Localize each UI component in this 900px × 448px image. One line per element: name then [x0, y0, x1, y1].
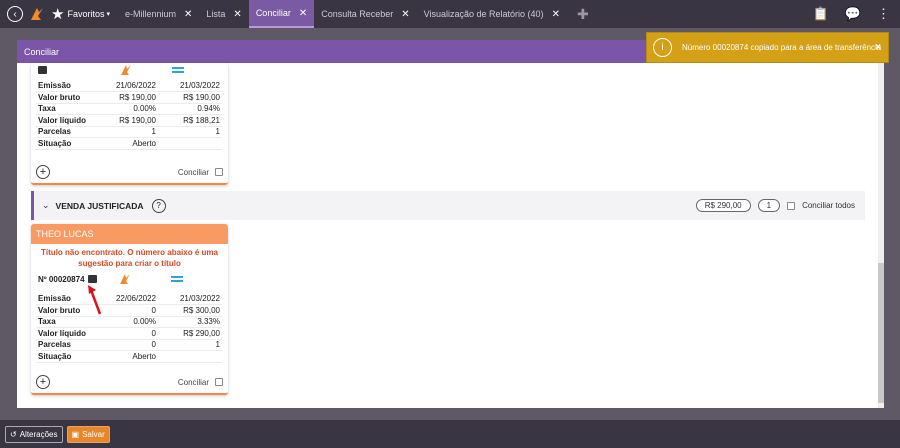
total-badge: R$ 290,00	[695, 199, 751, 212]
save-icon: ▣	[71, 429, 80, 439]
toast-message: Número 00020874 copiado para a área de t…	[682, 43, 882, 52]
table-row: Parcelas 0 1	[36, 339, 222, 351]
close-icon[interactable]: ✕	[184, 9, 192, 20]
reconcile-card: THEO LUCAS Título não encontrato. O núme…	[31, 224, 228, 395]
conciliar-checkbox[interactable]	[215, 378, 223, 386]
app-logo[interactable]	[29, 6, 45, 22]
conciliar-todos-checkbox[interactable]	[787, 201, 796, 210]
conciliar-checkbox[interactable]	[215, 168, 223, 176]
tab-conciliar[interactable]: Conciliar ✕	[248, 0, 315, 28]
tab-label: Favoritos	[67, 9, 105, 19]
tab-label: Consulta Receber	[321, 9, 394, 19]
card-header: THEO LUCAS	[31, 224, 228, 244]
card-number-row: Nº 00020874	[31, 269, 228, 289]
undo-icon: ↺	[10, 429, 17, 439]
changes-button[interactable]: ↺ Alterações	[5, 425, 63, 443]
scrollbar-thumb[interactable]	[878, 263, 884, 403]
tab-label: e-Millennium	[124, 9, 177, 19]
card-footer: + Conciliar	[31, 165, 228, 179]
expand-icon[interactable]: +	[36, 165, 50, 179]
favorites-menu[interactable]: ★ Favoritos ▾	[51, 5, 110, 23]
tab-consulta-receber[interactable]: Consulta Receber ✕	[314, 0, 416, 28]
card-footer: + Conciliar	[31, 375, 228, 389]
close-icon[interactable]: ✕	[299, 8, 307, 19]
section-venda-justificada: ⌄ VENDA JUSTIFICADA ? R$ 290,00 1 Concil…	[31, 191, 865, 220]
copy-toast: i Número 00020874 copiado para a área de…	[646, 32, 889, 63]
table-row: Situação Aberto	[36, 350, 222, 363]
top-right-actions: 📋 💬 ⋮	[813, 6, 890, 22]
table-row: Parcelas 1 1	[36, 126, 222, 138]
save-label: Salvar	[82, 429, 105, 439]
chat-icon[interactable]: 💬	[845, 6, 861, 22]
save-button[interactable]: ▣ Salvar	[66, 425, 110, 443]
annotation-arrow	[88, 285, 102, 315]
copy-icon[interactable]	[38, 66, 47, 74]
changes-label: Alterações	[19, 429, 58, 439]
close-icon[interactable]: ✕	[401, 9, 409, 20]
section-title: VENDA JUSTIFICADA	[55, 200, 144, 211]
table-row: Situação Aberto	[36, 137, 222, 150]
conciliar-label: Conciliar	[177, 377, 209, 387]
not-found-note: Título não encontrato. O número abaixo é…	[41, 248, 218, 268]
tab-label: Lista	[206, 9, 226, 19]
conciliar-label: Conciliar	[177, 167, 209, 177]
chevron-down-icon[interactable]: ⌄	[42, 200, 50, 211]
table-row: Valor líquido R$ 190,00 R$ 188,21	[36, 114, 222, 127]
card-number-row	[31, 63, 228, 77]
table-row: Emissão 22/06/2022 21/03/2022	[36, 293, 222, 305]
table-row: Valor líquido 0 R$ 290,00	[36, 327, 222, 340]
info-icon: i	[653, 38, 672, 57]
count-badge: 1	[757, 199, 781, 212]
tab-label: Visualização de Relatório (40)	[423, 9, 544, 19]
table-row: Taxa 0.00% 3.33%	[36, 316, 222, 328]
table-row: Valor bruto 0 R$ 300,00	[36, 304, 222, 317]
bottom-bar: ↺ Alterações ▣ Salvar	[0, 420, 900, 448]
card-brand-icon	[172, 67, 184, 73]
card-details-table: Emissão 22/06/2022 21/03/2022 Valor bruto 0…	[36, 293, 222, 363]
table-row: Emissão 21/06/2022 21/03/2022	[36, 80, 222, 92]
star-icon: ★	[51, 6, 65, 23]
tab-visualizacao-relatorio[interactable]: Visualização de Relatório (40) ✕	[417, 0, 567, 28]
tab-e-millennium[interactable]: e-Millennium ✕	[118, 0, 199, 28]
conciliar-panel: Conciliar Emissão 21/06/2022 21/03/2022 Va…	[17, 40, 884, 408]
close-icon[interactable]: ✕	[233, 9, 241, 20]
more-vert-icon[interactable]: ⋮	[877, 6, 890, 22]
table-row: Valor bruto R$ 190,00 R$ 190,00	[36, 91, 222, 104]
card-details-table: Emissão 21/06/2022 21/03/2022 Valor bruto R…	[36, 80, 222, 150]
close-icon[interactable]: ✕	[552, 9, 560, 20]
brand-logo-icon	[120, 274, 130, 284]
table-row: Taxa 0.00% 0.94%	[36, 103, 222, 115]
expand-icon[interactable]: +	[36, 375, 50, 389]
brand-logo-icon	[121, 65, 131, 75]
chevron-down-icon: ▾	[106, 11, 110, 18]
reconcile-card: Emissão 21/06/2022 21/03/2022 Valor bruto R…	[31, 63, 228, 185]
scrollbar[interactable]	[878, 63, 884, 408]
conciliar-checkbox-group: Conciliar	[178, 378, 223, 387]
tab-lista[interactable]: Lista ✕	[199, 0, 248, 28]
top-bar: ‹ ★ Favoritos ▾ e-Millennium ✕ Lista ✕ C…	[0, 0, 900, 28]
close-icon[interactable]: ×	[875, 42, 881, 53]
copy-icon[interactable]	[88, 275, 97, 283]
conciliar-checkbox-group: Conciliar	[178, 168, 223, 177]
back-icon[interactable]: ‹	[7, 6, 23, 22]
conciliar-todos-label: Conciliar todos	[802, 201, 855, 210]
card-brand-icon	[171, 276, 183, 282]
add-tab-icon[interactable]: ✚	[577, 6, 589, 23]
clipboard-icon[interactable]: 📋	[813, 6, 829, 22]
section-summary: R$ 290,00 1 Conciliar todos	[695, 199, 855, 212]
tab-label: Conciliar	[255, 8, 291, 18]
help-icon[interactable]: ?	[151, 198, 166, 213]
